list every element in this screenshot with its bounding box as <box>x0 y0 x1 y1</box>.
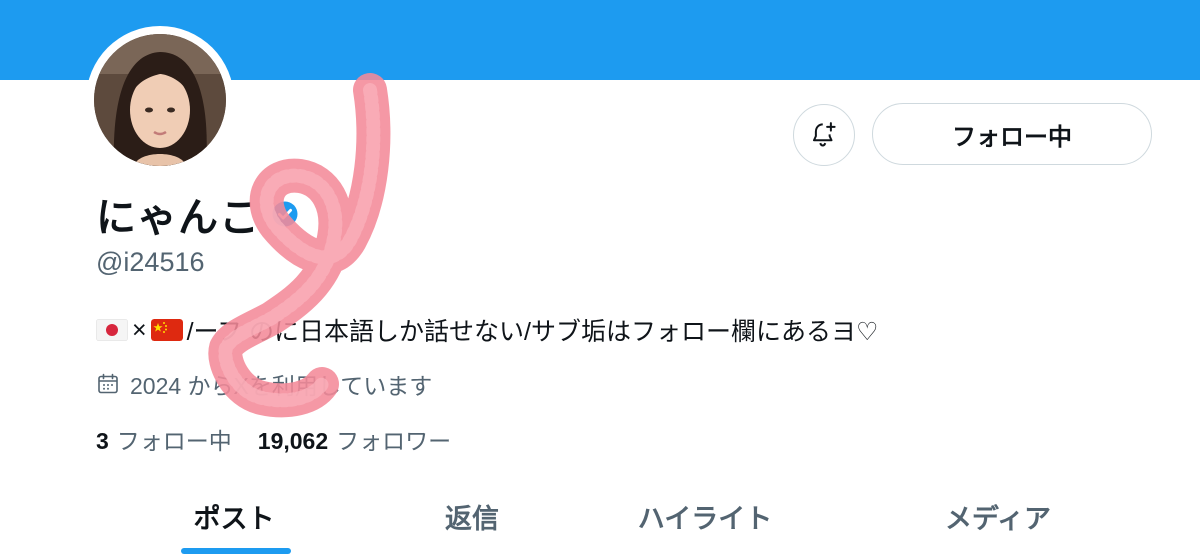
notification-bell-plus-icon <box>813 122 836 147</box>
followers-label: フォロワー <box>336 428 452 454</box>
tab-media[interactable]: メディア <box>898 478 1098 554</box>
following-label: フォロー中 <box>116 428 232 454</box>
name-row: にゃんこ <box>96 186 300 242</box>
following-link[interactable]: 3 フォロー中 <box>96 422 232 456</box>
profile-tabs: ポスト 返信 ハイライト メディア <box>0 478 1200 554</box>
avatar[interactable] <box>94 34 226 166</box>
joined-text: 2024 からXを利用しています <box>130 373 433 399</box>
active-tab-indicator <box>181 548 291 554</box>
follow-stats: 3 フォロー中 19,062 フォロワー <box>96 422 477 456</box>
bio-text: /ーフ のに日本語しか話せない/サブ垢はフォロー欄にあるヨ♡ <box>186 318 879 346</box>
following-button[interactable]: フォロー中 <box>872 103 1152 165</box>
calendar-icon <box>98 373 118 394</box>
verified-badge-icon[interactable] <box>270 199 300 229</box>
following-count: 3 <box>96 428 109 454</box>
profile-bio: × /ーフ のに日本語しか話せない/サブ垢はフォロー欄にあるヨ♡ <box>96 312 878 348</box>
notification-button[interactable] <box>793 104 855 166</box>
china-flag-icon <box>150 319 183 341</box>
followers-link[interactable]: 19,062 フォロワー <box>258 422 451 456</box>
display-name: にゃんこ <box>96 196 260 240</box>
tab-replies[interactable]: 返信 <box>372 478 572 554</box>
tab-highlights[interactable]: ハイライト <box>605 478 805 554</box>
tab-posts[interactable]: ポスト <box>134 478 334 554</box>
avatar-frame[interactable] <box>86 26 234 174</box>
japan-flag-icon <box>96 319 128 341</box>
bio-separator: × <box>132 315 147 344</box>
user-handle: @i24516 <box>96 247 205 277</box>
joined-date: 2024 からXを利用しています <box>96 367 432 401</box>
avatar-photo <box>94 34 226 166</box>
followers-count: 19,062 <box>257 428 329 454</box>
